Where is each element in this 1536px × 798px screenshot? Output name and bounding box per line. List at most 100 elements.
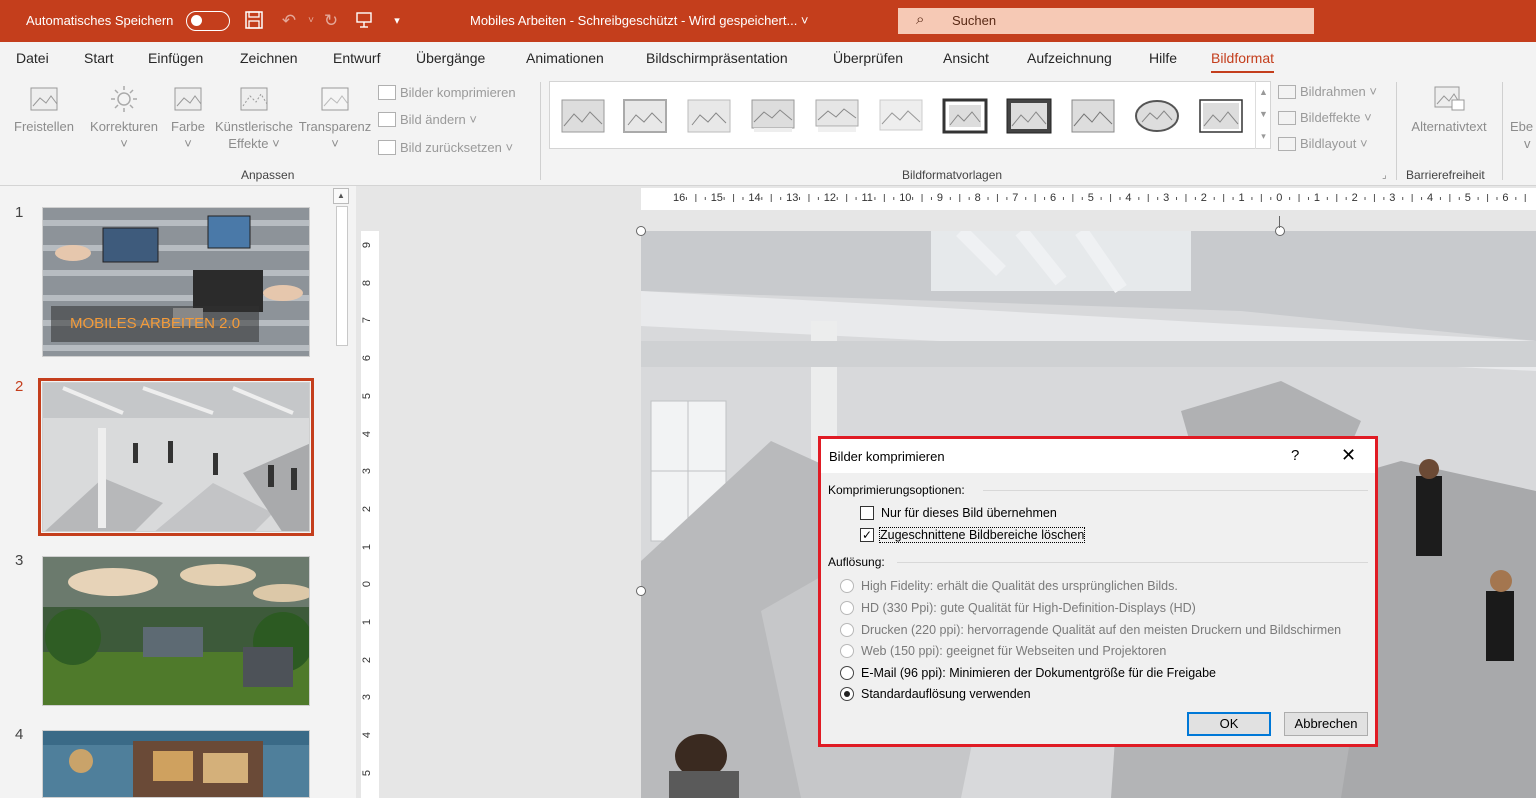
ruler-label: 14 (748, 192, 761, 204)
label-web-150[interactable]: Web (150 ppi): geeignet für Webseiten un… (861, 644, 1166, 658)
tab-animationen[interactable]: Animationen (526, 50, 604, 66)
save-icon[interactable] (243, 10, 265, 32)
freistellen-button[interactable]: Freistellen (10, 84, 78, 135)
tab-hilfe[interactable]: Hilfe (1149, 50, 1177, 66)
autosave-toggle[interactable] (186, 11, 230, 31)
tab-bildformat[interactable]: Bildformat (1211, 50, 1275, 73)
tab-uebergaenge[interactable]: Übergänge (416, 50, 485, 66)
picture-style-9[interactable] (1070, 98, 1116, 134)
tab-zeichnen[interactable]: Zeichnen (240, 50, 298, 66)
kuenstlerische-effekte-button[interactable]: Künstlerische Effekte ˅ (212, 84, 296, 152)
gallery-down-icon[interactable]: ▼ (1256, 103, 1271, 125)
gallery-scroll[interactable]: ▲ ▼ ▾ (1255, 81, 1271, 149)
ruler-label: 2 (361, 656, 374, 663)
radio-print-220[interactable] (840, 623, 854, 637)
tab-einfuegen[interactable]: Einfügen (148, 50, 203, 66)
ruler-label: 7 (361, 317, 374, 324)
bildeffekte-button[interactable]: Bildeffekte ˅ (1278, 110, 1372, 125)
ruler-label: 5 (1087, 192, 1094, 204)
korrekturen-button[interactable]: Korrekturen ˅ (88, 84, 160, 152)
tab-aufzeichnung[interactable]: Aufzeichnung (1027, 50, 1112, 66)
label-hd-330[interactable]: HD (330 Ppi): gute Qualität für High-Def… (861, 601, 1196, 615)
bild-aendern-button[interactable]: Bild ändern ˅ (378, 112, 477, 127)
slide-thumbnail-2[interactable] (38, 378, 314, 536)
tab-datei[interactable]: Datei (16, 50, 49, 66)
label-high-fidelity[interactable]: High Fidelity: erhält die Qualität des u… (861, 579, 1178, 593)
tab-start[interactable]: Start (84, 50, 114, 66)
picture-style-1[interactable] (560, 98, 606, 134)
ebene-button-partial[interactable]: Ebe v (1510, 84, 1536, 152)
resize-handle-top-middle[interactable] (1275, 226, 1285, 236)
picture-style-10-oval[interactable] (1134, 98, 1180, 134)
tab-bildschirmpraesentation[interactable]: Bildschirmpräsentation (646, 50, 788, 66)
radio-web-150[interactable] (840, 644, 854, 658)
slide-thumbnail-3[interactable] (42, 556, 310, 706)
redo-icon[interactable]: ↻ (320, 10, 342, 32)
ruler-label: 8 (974, 192, 981, 204)
radio-hd-330[interactable] (840, 601, 854, 615)
picture-style-7[interactable] (942, 98, 988, 134)
present-icon[interactable] (353, 10, 375, 32)
alternativtext-button[interactable]: Alternativtext (1404, 84, 1494, 135)
resize-handle-top-left[interactable] (636, 226, 646, 236)
bildrahmen-button[interactable]: Bildrahmen ˅ (1278, 84, 1377, 99)
bild-zuruecksetzen-button[interactable]: Bild zurücksetzen ˅ (378, 140, 513, 155)
group-label-bildformatvorlagen: Bildformatvorlagen (902, 168, 1003, 182)
label-print-220[interactable]: Drucken (220 ppi): hervorragende Qualitä… (861, 623, 1341, 637)
ebene-label-1: Ebe (1510, 119, 1534, 134)
thumbnail-scrollbar[interactable]: ▲ (333, 186, 349, 798)
picture-style-2[interactable] (622, 98, 668, 134)
slide-thumbnail-4[interactable] (42, 730, 310, 798)
dialog-launcher-icon[interactable]: ⌟ (1382, 170, 1387, 181)
tab-entwurf[interactable]: Entwurf (333, 50, 380, 66)
gallery-up-icon[interactable]: ▲ (1256, 81, 1271, 103)
bilder-komprimieren-button[interactable]: Bilder komprimieren (378, 85, 516, 100)
document-title[interactable]: Mobiles Arbeiten - Schreibgeschützt - Wi… (470, 13, 809, 28)
undo-dropdown-icon[interactable]: ˅ (300, 10, 322, 32)
title-bar: Automatisches Speichern ↶ ˅ ↻ ▾ Mobiles … (0, 0, 1536, 42)
transparenz-button[interactable]: Transparenz ˅ (298, 84, 372, 152)
bildlayout-button[interactable]: Bildlayout ˅ (1278, 136, 1368, 151)
label-default-resolution[interactable]: Standardauflösung verwenden (861, 687, 1031, 701)
alternativtext-label: Alternativtext (1411, 119, 1487, 134)
picture-style-4[interactable] (750, 98, 796, 134)
close-icon[interactable]: ✕ (1341, 445, 1356, 466)
farbe-button[interactable]: Farbe ˅ (166, 84, 210, 152)
scrollbar-thumb[interactable] (336, 206, 348, 346)
slide-thumbnail-1[interactable]: MOBILES ARBEITEN 2.0 (42, 207, 310, 357)
radio-default-resolution[interactable] (840, 687, 854, 701)
picture-styles-gallery[interactable] (549, 81, 1271, 149)
label-email-96[interactable]: E-Mail (96 ppi): Minimieren der Dokument… (861, 666, 1216, 680)
cancel-button[interactable]: Abbrechen (1284, 712, 1368, 736)
undo-icon[interactable]: ↶ (278, 10, 300, 32)
scroll-up-icon[interactable]: ▲ (333, 188, 349, 204)
group-label-barrierefreiheit: Barrierefreiheit (1406, 168, 1485, 182)
picture-style-3[interactable] (686, 98, 732, 134)
help-icon[interactable]: ? (1291, 447, 1299, 464)
checkbox-only-this-picture[interactable] (860, 506, 874, 520)
search-box[interactable]: ⌕ Suchen (898, 8, 1314, 34)
picture-style-5[interactable] (814, 98, 860, 134)
compress-pictures-dialog-highlight: Bilder komprimieren ? ✕ Komprimierungsop… (818, 436, 1378, 747)
picture-style-6[interactable] (878, 98, 924, 134)
ruler-label: 8 (361, 279, 374, 286)
radio-email-96[interactable] (840, 666, 854, 680)
label-delete-cropped-areas[interactable]: Zugeschnittene Bildbereiche löschen (878, 527, 1086, 543)
tab-ueberpruefen[interactable]: Überprüfen (833, 50, 903, 66)
tab-ansicht[interactable]: Ansicht (943, 50, 989, 66)
radio-high-fidelity[interactable] (840, 579, 854, 593)
ok-button[interactable]: OK (1187, 712, 1271, 736)
gallery-more-icon[interactable]: ▾ (1256, 125, 1271, 147)
picture-style-8-selected[interactable] (1006, 98, 1052, 134)
customize-qat-icon[interactable]: ▾ (386, 10, 408, 32)
section-compression-options: Komprimierungsoptionen: (828, 483, 965, 497)
picture-style-11[interactable] (1198, 98, 1244, 134)
checkbox-delete-cropped-areas[interactable]: ✓ (860, 528, 874, 542)
ruler-label: 9 (361, 241, 374, 249)
crop-picture-icon (30, 87, 58, 111)
ribbon: Freistellen Korrekturen ˅ Farbe ˅ Künstler… (0, 76, 1536, 186)
resize-handle-middle-left[interactable] (636, 586, 646, 596)
ruler-label: 1 (1313, 192, 1321, 204)
chevron-down-icon: ˅ (184, 136, 192, 151)
label-only-this-picture[interactable]: Nur für dieses Bild übernehmen (881, 506, 1057, 520)
